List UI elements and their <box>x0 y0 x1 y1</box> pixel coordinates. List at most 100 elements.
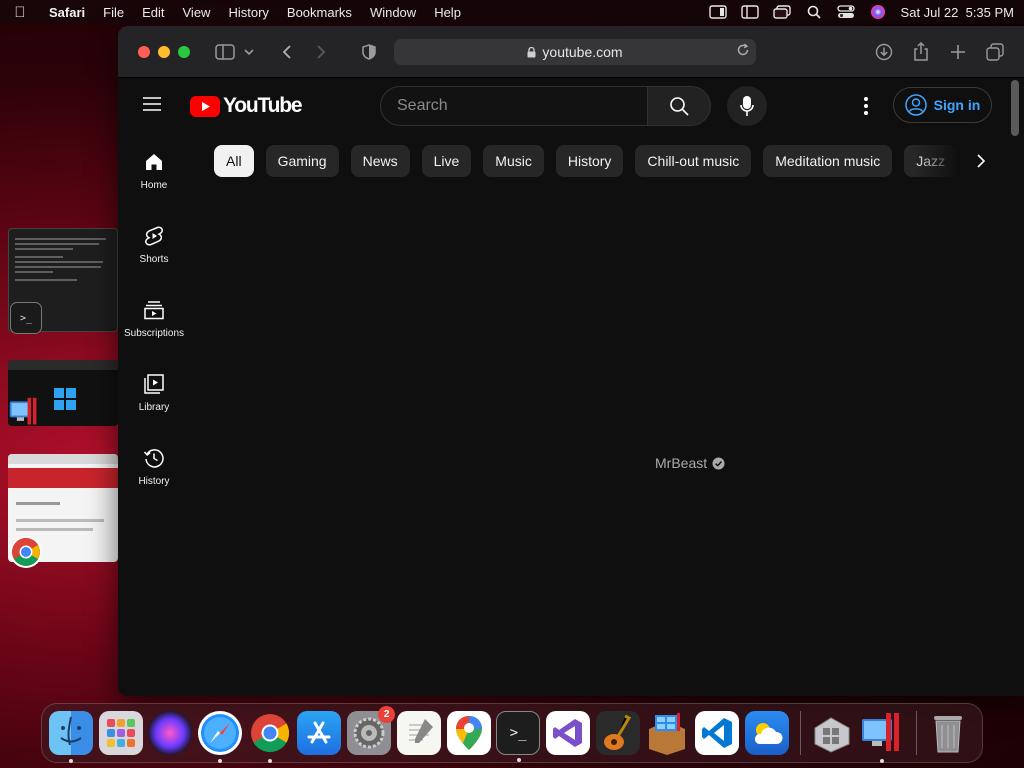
chip-chill-out-music[interactable]: Chill-out music <box>635 145 752 177</box>
settings-more-icon[interactable] <box>854 94 878 118</box>
dock-vscode-icon[interactable] <box>694 711 739 755</box>
settings-badge: 2 <box>378 706 396 723</box>
safari-toolbar: youtube.com <box>118 26 1024 78</box>
menu-bookmarks[interactable]: Bookmarks <box>278 5 361 20</box>
share-icon[interactable] <box>908 40 934 64</box>
category-chips-bar: All Gaming News Live Music History Chill… <box>214 145 984 177</box>
spotlight-search-icon[interactable] <box>805 5 823 19</box>
parallels-thumb-icon <box>8 396 40 428</box>
zoom-window-button[interactable] <box>178 45 190 58</box>
sign-in-button[interactable]: Sign in <box>893 87 992 123</box>
chip-all[interactable]: All <box>214 145 254 177</box>
guide-label-library: Library <box>138 402 170 413</box>
dock-garageband-icon[interactable] <box>595 711 640 755</box>
dock-parallels-windows-icon[interactable] <box>645 711 689 755</box>
search-icon <box>670 97 689 116</box>
guide-item-history[interactable]: History <box>118 430 190 504</box>
chip-meditation-music[interactable]: Meditation music <box>763 145 893 177</box>
chip-live[interactable]: Live <box>421 145 472 177</box>
close-window-button[interactable] <box>138 45 150 58</box>
dock: 2 >_ <box>41 703 983 763</box>
sidebar-icon[interactable] <box>212 40 238 64</box>
home-icon <box>146 154 162 170</box>
youtube-masthead: YouTube Search Sign in <box>118 78 1024 134</box>
control-center-icon[interactable] <box>836 5 855 19</box>
menu-view[interactable]: View <box>174 5 220 20</box>
youtube-logo[interactable]: YouTube <box>190 94 303 118</box>
guide-item-home[interactable]: Home <box>118 134 190 208</box>
dock-separator-2 <box>915 711 917 755</box>
dock-terminal-icon[interactable]: >_ <box>496 711 541 762</box>
history-icon <box>143 449 164 468</box>
chip-news[interactable]: News <box>350 145 410 177</box>
dock-separator <box>800 711 802 755</box>
search-button[interactable] <box>647 86 711 126</box>
new-tab-plus-icon[interactable] <box>945 40 971 64</box>
voice-search-button[interactable] <box>727 86 767 126</box>
screen-mirroring-icon[interactable] <box>772 5 791 19</box>
menu-help[interactable]: Help <box>425 5 470 20</box>
guide-item-library[interactable]: Library <box>118 356 190 430</box>
menu-bar:  Safari File Edit View History Bookmark… <box>0 0 1024 24</box>
dock-boot-camp-icon[interactable] <box>810 711 854 755</box>
tab-group-chevron-down-icon[interactable] <box>242 40 256 64</box>
downloads-icon[interactable] <box>871 40 897 64</box>
guide-item-subscriptions[interactable]: Subscriptions <box>118 282 190 356</box>
guide-item-shorts[interactable]: Shorts <box>118 208 190 282</box>
dock-safari-icon[interactable] <box>198 711 243 763</box>
shorts-icon <box>145 226 163 246</box>
dock-chrome-icon[interactable] <box>248 711 292 763</box>
sidebar-toggle-status-icon[interactable] <box>740 5 759 19</box>
dock-finder-icon[interactable] <box>49 711 93 763</box>
dock-google-maps-icon[interactable] <box>446 711 491 755</box>
microphone-icon <box>740 96 754 116</box>
lock-icon <box>527 46 536 57</box>
channel-name-text: MrBeast <box>655 455 708 471</box>
chip-history[interactable]: History <box>555 145 624 177</box>
sign-in-label: Sign in <box>933 97 981 113</box>
youtube-play-logo-icon <box>190 95 220 117</box>
dock-launchpad-icon[interactable] <box>98 711 143 755</box>
chrome-thumb-icon <box>10 536 42 568</box>
dock-siri-icon[interactable] <box>148 711 193 755</box>
library-icon <box>144 374 164 394</box>
siri-icon[interactable] <box>869 5 887 19</box>
back-icon[interactable] <box>274 40 300 64</box>
reload-icon[interactable] <box>736 43 750 60</box>
safari-window: youtube.com YouTube Search Sign in Home … <box>118 26 1024 696</box>
menu-edit[interactable]: Edit <box>133 5 173 20</box>
chips-next-chevron-right-icon[interactable] <box>966 146 996 176</box>
forward-icon[interactable] <box>308 40 334 64</box>
menu-clock[interactable]: Sat Jul 22 5:35 PM <box>901 5 1014 20</box>
menu-window[interactable]: Window <box>361 5 425 20</box>
menu-file[interactable]: File <box>94 5 133 20</box>
apple-menu-icon[interactable]:  <box>0 4 40 21</box>
privacy-shield-icon[interactable] <box>356 40 382 64</box>
search-input[interactable]: Search <box>380 86 648 126</box>
menu-app-name[interactable]: Safari <box>40 5 94 20</box>
dock-app-store-icon[interactable] <box>297 711 342 755</box>
terminal-thumb-icon: >_ <box>10 302 42 334</box>
address-bar[interactable]: youtube.com <box>394 39 756 65</box>
account-circle-icon <box>904 94 927 116</box>
dock-visual-studio-icon[interactable] <box>545 711 590 755</box>
menu-history[interactable]: History <box>219 5 277 20</box>
search-placeholder: Search <box>397 97 448 114</box>
dock-textedit-icon[interactable] <box>396 711 441 755</box>
chip-gaming[interactable]: Gaming <box>265 145 339 177</box>
dock-parallels-desktop-icon[interactable] <box>860 711 904 763</box>
minimize-window-button[interactable] <box>158 45 170 58</box>
mini-guide: Home Shorts Subscriptions Library Histor… <box>118 134 190 504</box>
verified-check-icon <box>712 457 725 469</box>
tab-overview-icon[interactable] <box>982 40 1008 64</box>
stage-manager-icon[interactable] <box>708 5 727 19</box>
channel-name[interactable]: MrBeast <box>655 455 725 471</box>
dock-weather-icon[interactable] <box>744 711 789 755</box>
dock-trash-icon[interactable] <box>926 711 970 755</box>
guide-label-shorts: Shorts <box>139 254 169 265</box>
chip-music[interactable]: Music <box>483 145 544 177</box>
dock-system-settings-icon[interactable]: 2 <box>347 706 396 755</box>
guide-menu-icon[interactable] <box>142 95 166 115</box>
guide-label-subscriptions: Subscriptions <box>123 328 185 339</box>
guide-label-history: History <box>138 476 170 487</box>
